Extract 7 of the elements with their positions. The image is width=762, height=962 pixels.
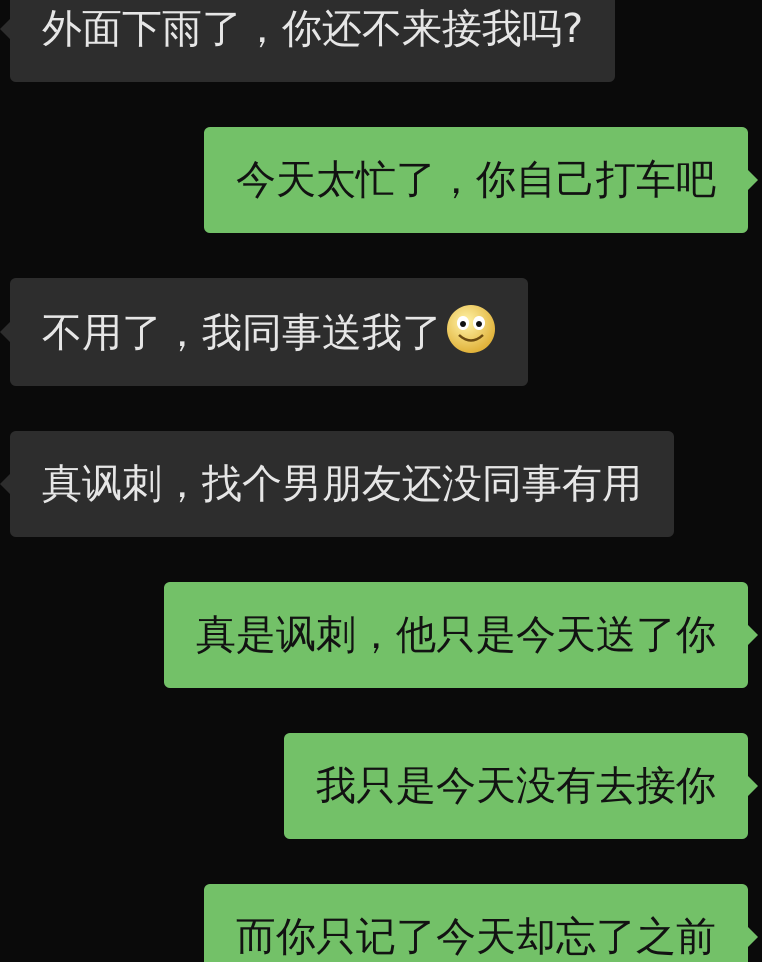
message-text: 我只是今天没有去接你 — [316, 763, 716, 809]
message-text: 真讽刺，找个男朋友还没同事有用 — [42, 461, 642, 507]
message-text: 而你只记了今天却忘了之前 — [236, 914, 716, 960]
message-text: 今天太忙了，你自己打车吧 — [236, 157, 716, 203]
message-text: 不用了，我同事送我了 — [42, 310, 442, 356]
message-text: 外面下雨了，你还不来接我吗? — [42, 6, 584, 52]
message-text: 真是讽刺，他只是今天送了你 — [196, 612, 716, 658]
